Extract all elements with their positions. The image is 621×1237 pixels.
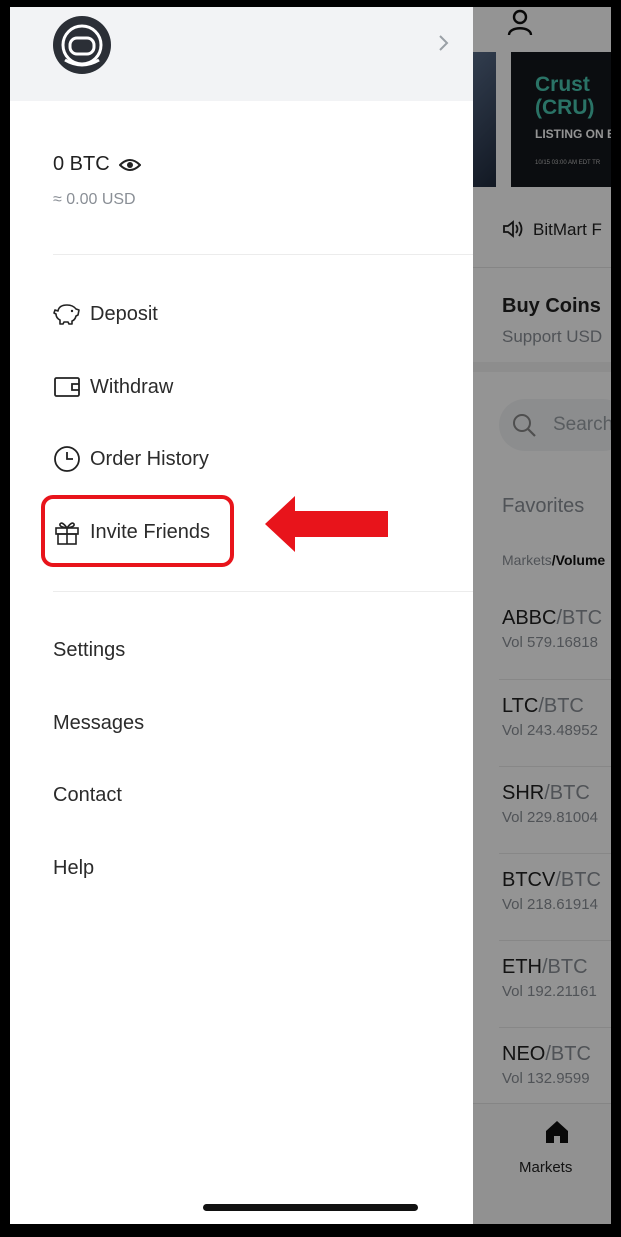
red-arrow-annotation: [265, 496, 390, 552]
menu-deposit[interactable]: Deposit: [53, 292, 158, 336]
wallet-icon: [53, 373, 81, 401]
divider: [53, 254, 473, 255]
highlight-box: [41, 495, 234, 567]
menu-messages[interactable]: Messages: [53, 712, 144, 735]
menu-help[interactable]: Help: [53, 857, 94, 880]
avatar[interactable]: [53, 16, 111, 74]
usd-balance: ≈ 0.00 USD: [53, 191, 136, 208]
balance-row: 0 BTC: [53, 153, 141, 176]
menu-order-history[interactable]: Order History: [53, 437, 209, 481]
drawer-scrim[interactable]: [473, 7, 611, 1224]
menu-deposit-label: Deposit: [90, 302, 158, 325]
account-header[interactable]: [10, 7, 473, 101]
divider: [53, 591, 473, 592]
clock-icon: [53, 445, 81, 473]
menu-withdraw-label: Withdraw: [90, 375, 174, 398]
home-indicator: [203, 1204, 418, 1211]
menu-order-history-label: Order History: [90, 447, 209, 470]
menu-settings[interactable]: Settings: [53, 639, 125, 662]
piggy-bank-icon: [53, 300, 81, 328]
side-drawer: 0 BTC ≈ 0.00 USD Deposit Withdraw Order …: [10, 7, 473, 1224]
btc-balance: 0 BTC: [53, 153, 110, 175]
chevron-right-icon: [438, 33, 450, 53]
menu-withdraw[interactable]: Withdraw: [53, 365, 173, 409]
phone-screen: Crust (CRU) LISTING ON B 10/15 03:00 AM …: [10, 7, 611, 1224]
menu-contact[interactable]: Contact: [53, 784, 122, 807]
eye-icon[interactable]: [118, 157, 141, 173]
